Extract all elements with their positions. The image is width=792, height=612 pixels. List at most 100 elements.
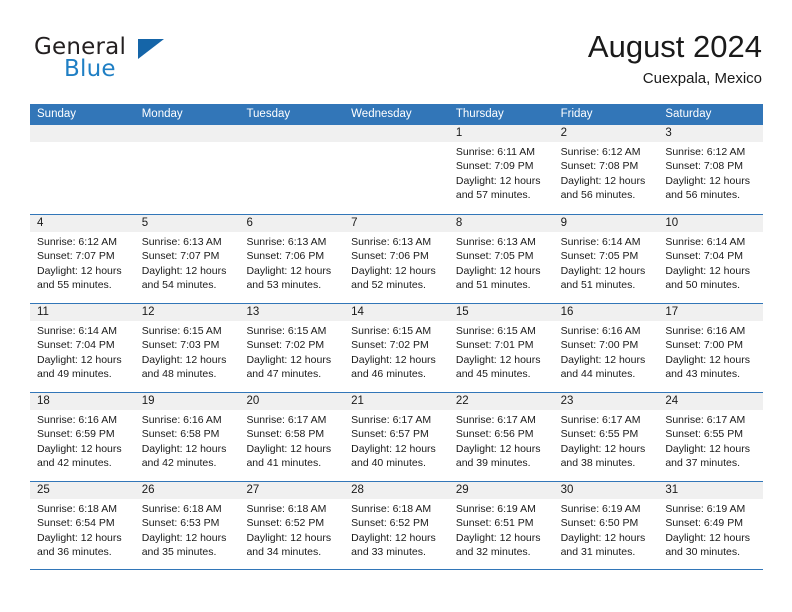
calendar-day-cell[interactable]: 12 Sunrise: 6:15 AM Sunset: 7:03 PM Dayligh… [134, 304, 240, 392]
daylight-text-line1: Daylight: 12 hours [246, 353, 332, 366]
daylight-text-line1: Daylight: 12 hours [246, 531, 332, 544]
day-number: 28 [344, 482, 449, 499]
sunset-text: Sunset: 7:03 PM [141, 339, 220, 352]
daylight-text-line2: and 48 minutes. [141, 368, 217, 381]
day-number: 7 [344, 215, 449, 232]
day-sun-info: Sunrise: 6:19 AM Sunset: 6:50 PM Daylight:… [554, 499, 659, 560]
calendar-day-cell[interactable]: 13 Sunrise: 6:15 AM Sunset: 7:02 PM Dayligh… [239, 304, 345, 392]
calendar-page: General Blue August 2024 Cuexpala, Mexic… [0, 0, 792, 612]
daylight-text-line1: Daylight: 12 hours [665, 353, 750, 366]
sunrise-text: Sunrise: 6:16 AM [141, 414, 222, 426]
calendar-day-cell[interactable]: 31 Sunrise: 6:19 AM Sunset: 6:49 PM Dayligh… [658, 482, 764, 569]
day-sun-info: Sunrise: 6:15 AM Sunset: 7:02 PM Daylight:… [344, 321, 449, 382]
daylight-text-line2: and 35 minutes. [141, 546, 217, 559]
calendar-day-cell[interactable]: 10 Sunrise: 6:14 AM Sunset: 7:04 PM Dayligh… [658, 215, 764, 303]
calendar-day-cell[interactable]: 14 Sunrise: 6:15 AM Sunset: 7:02 PM Dayligh… [344, 304, 449, 392]
calendar-day-cell[interactable]: 9 Sunrise: 6:14 AM Sunset: 7:05 PM Daylight… [553, 215, 659, 303]
daylight-text-line2: and 56 minutes. [665, 189, 741, 202]
sunrise-text: Sunrise: 6:18 AM [351, 503, 432, 515]
calendar-day-cell[interactable]: 18 Sunrise: 6:16 AM Sunset: 6:59 PM Dayligh… [30, 393, 135, 481]
calendar-day-cell[interactable]: 27 Sunrise: 6:18 AM Sunset: 6:52 PM Dayligh… [239, 482, 345, 569]
calendar-day-cell[interactable]: 17 Sunrise: 6:16 AM Sunset: 7:00 PM Dayligh… [658, 304, 764, 392]
sunset-text: Sunset: 6:59 PM [37, 428, 115, 441]
day-number: 5 [134, 215, 240, 232]
day-number: 18 [30, 393, 135, 410]
calendar-day-cell[interactable]: 4 Sunrise: 6:12 AM Sunset: 7:07 PM Daylight… [30, 215, 135, 303]
sunset-text: Sunset: 7:05 PM [455, 250, 534, 263]
day-sun-info: Sunrise: 6:16 AM Sunset: 6:58 PM Daylight:… [135, 410, 240, 471]
day-number: 21 [344, 393, 449, 410]
daylight-text-line1: Daylight: 12 hours [37, 264, 122, 277]
day-number: 16 [553, 304, 659, 321]
calendar-day-cell[interactable]: 19 Sunrise: 6:16 AM Sunset: 6:58 PM Dayligh… [134, 393, 240, 481]
day-sun-info: Sunrise: 6:18 AM Sunset: 6:52 PM Daylight:… [239, 499, 344, 560]
weekday-header-sunday: Sunday [37, 108, 77, 120]
calendar-day-cell[interactable]: 11 Sunrise: 6:14 AM Sunset: 7:04 PM Dayligh… [30, 304, 135, 392]
daylight-text-line1: Daylight: 12 hours [351, 264, 436, 277]
sunset-text: Sunset: 6:51 PM [455, 517, 534, 530]
sunrise-text: Sunrise: 6:12 AM [560, 146, 641, 158]
sunrise-text: Sunrise: 6:17 AM [455, 414, 536, 426]
calendar-day-cell[interactable]: 16 Sunrise: 6:16 AM Sunset: 7:00 PM Dayligh… [553, 304, 659, 392]
day-number [344, 125, 449, 142]
calendar-day-cell[interactable]: 29 Sunrise: 6:19 AM Sunset: 6:51 PM Dayligh… [448, 482, 554, 569]
calendar-day-cell[interactable]: 30 Sunrise: 6:19 AM Sunset: 6:50 PM Dayligh… [553, 482, 659, 569]
sunrise-text: Sunrise: 6:12 AM [37, 236, 117, 248]
daylight-text-line2: and 46 minutes. [351, 368, 426, 381]
sunset-text: Sunset: 6:52 PM [351, 517, 429, 530]
day-sun-info: Sunrise: 6:12 AM Sunset: 7:08 PM Daylight:… [554, 142, 659, 203]
sunrise-text: Sunrise: 6:18 AM [246, 503, 327, 515]
sunrise-text: Sunrise: 6:17 AM [351, 414, 432, 426]
calendar-day-cell[interactable]: 23 Sunrise: 6:17 AM Sunset: 6:55 PM Dayligh… [553, 393, 659, 481]
calendar-day-cell[interactable]: 24 Sunrise: 6:17 AM Sunset: 6:55 PM Dayligh… [658, 393, 764, 481]
sunset-text: Sunset: 6:49 PM [665, 517, 743, 530]
calendar-day-cell[interactable]: 22 Sunrise: 6:17 AM Sunset: 6:56 PM Dayligh… [448, 393, 554, 481]
weekday-header-monday: Monday [141, 108, 183, 120]
day-sun-info: Sunrise: 6:14 AM Sunset: 7:04 PM Daylight:… [30, 321, 135, 382]
calendar-day-cell[interactable]: 26 Sunrise: 6:18 AM Sunset: 6:53 PM Dayligh… [134, 482, 240, 569]
calendar-day-cell[interactable]: 25 Sunrise: 6:18 AM Sunset: 6:54 PM Dayligh… [30, 482, 135, 569]
daylight-text-line2: and 52 minutes. [351, 279, 426, 292]
blue-triangle-logo-icon [138, 39, 164, 59]
daylight-text-line1: Daylight: 12 hours [560, 531, 646, 544]
day-sun-info: Sunrise: 6:17 AM Sunset: 6:57 PM Daylight:… [344, 410, 449, 471]
sunset-text: Sunset: 6:55 PM [665, 428, 743, 441]
daylight-text-line1: Daylight: 12 hours [560, 264, 646, 277]
day-sun-info: Sunrise: 6:17 AM Sunset: 6:58 PM Daylight:… [239, 410, 344, 471]
calendar-day-cell[interactable]: 5 Sunrise: 6:13 AM Sunset: 7:07 PM Daylight… [134, 215, 240, 303]
day-number: 3 [658, 125, 764, 142]
sunset-text: Sunset: 7:01 PM [455, 339, 534, 352]
brand-logo[interactable]: General Blue [34, 34, 214, 90]
calendar-day-cell[interactable]: 7 Sunrise: 6:13 AM Sunset: 7:06 PM Daylight… [344, 215, 449, 303]
sunrise-text: Sunrise: 6:12 AM [665, 146, 746, 158]
calendar-day-cell[interactable]: 3 Sunrise: 6:12 AM Sunset: 7:08 PM Daylight… [658, 125, 764, 214]
daylight-text-line1: Daylight: 12 hours [455, 174, 541, 187]
daylight-text-line1: Daylight: 12 hours [560, 442, 646, 455]
sunset-text: Sunset: 7:04 PM [665, 250, 743, 263]
daylight-text-line1: Daylight: 12 hours [455, 264, 541, 277]
calendar-day-cell-empty [344, 125, 449, 214]
sunrise-text: Sunrise: 6:17 AM [665, 414, 746, 426]
calendar-day-cell[interactable]: 28 Sunrise: 6:18 AM Sunset: 6:52 PM Dayligh… [344, 482, 449, 569]
calendar-day-cell[interactable]: 15 Sunrise: 6:15 AM Sunset: 7:01 PM Dayligh… [448, 304, 554, 392]
calendar-day-cell[interactable]: 2 Sunrise: 6:12 AM Sunset: 7:08 PM Daylight… [553, 125, 659, 214]
sunset-text: Sunset: 7:04 PM [37, 339, 115, 352]
day-number [30, 125, 135, 142]
sunset-text: Sunset: 7:07 PM [37, 250, 115, 263]
day-sun-info: Sunrise: 6:13 AM Sunset: 7:06 PM Daylight:… [344, 232, 449, 293]
day-sun-info: Sunrise: 6:15 AM Sunset: 7:02 PM Daylight:… [239, 321, 344, 382]
day-number: 30 [553, 482, 659, 499]
sunrise-text: Sunrise: 6:15 AM [351, 325, 432, 337]
daylight-text-line2: and 38 minutes. [560, 457, 636, 470]
daylight-text-line1: Daylight: 12 hours [665, 174, 750, 187]
day-number: 22 [448, 393, 554, 410]
calendar-day-cell[interactable]: 6 Sunrise: 6:13 AM Sunset: 7:06 PM Daylight… [239, 215, 345, 303]
calendar-day-cell[interactable]: 8 Sunrise: 6:13 AM Sunset: 7:05 PM Daylight… [448, 215, 554, 303]
sunrise-text: Sunrise: 6:16 AM [665, 325, 746, 337]
calendar-day-cell[interactable]: 1 Sunrise: 6:11 AM Sunset: 7:09 PM Daylight… [448, 125, 554, 214]
day-sun-info: Sunrise: 6:15 AM Sunset: 7:01 PM Daylight:… [449, 321, 554, 382]
calendar-day-cell[interactable]: 20 Sunrise: 6:17 AM Sunset: 6:58 PM Dayligh… [239, 393, 345, 481]
calendar-day-cell[interactable]: 21 Sunrise: 6:17 AM Sunset: 6:57 PM Dayligh… [344, 393, 449, 481]
calendar-day-cell-empty [30, 125, 135, 214]
sunrise-text: Sunrise: 6:11 AM [455, 146, 536, 158]
